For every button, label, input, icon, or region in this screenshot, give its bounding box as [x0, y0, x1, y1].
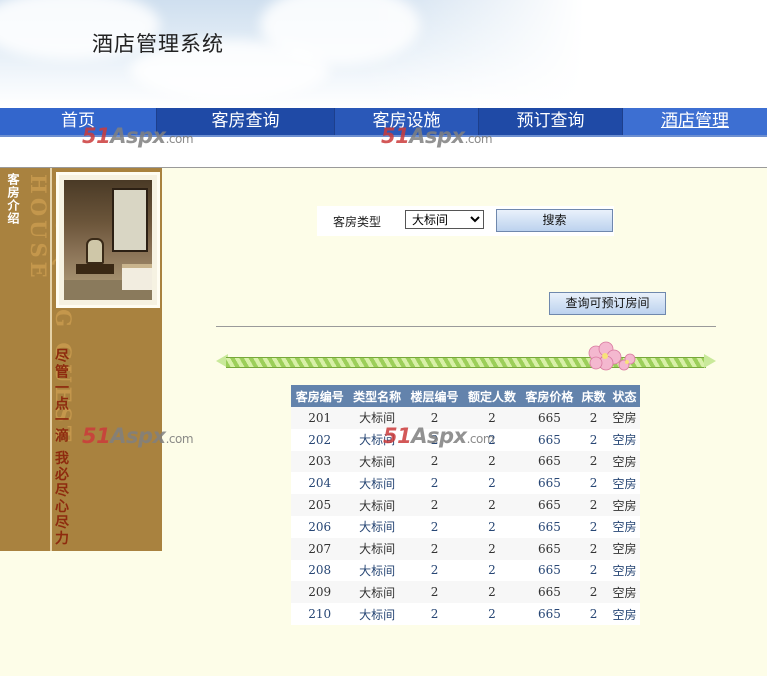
- room-photo: [56, 172, 160, 308]
- sidebar-motto: 尽管一点一滴 我必尽心尽力: [53, 348, 69, 547]
- watermark-logo: 51Aspx.com: [383, 424, 495, 448]
- col-beds: 床数: [578, 385, 610, 407]
- table-row[interactable]: 203 大标间 2 2 665 2 空房: [291, 450, 640, 473]
- nav-hotel-admin[interactable]: 酒店管理: [623, 108, 767, 135]
- watermark-logo: 51Aspx.com: [82, 124, 194, 148]
- table-row[interactable]: 204 大标间 2 2 665 2 空房: [291, 472, 640, 495]
- rope-decoration: [216, 354, 716, 368]
- table-row[interactable]: 208 大标间 2 2 665 2 空房: [291, 559, 640, 582]
- watermark-logo: 51Aspx.com: [381, 124, 493, 148]
- table-row[interactable]: 210 大标间 2 2 665 2 空房: [291, 603, 640, 625]
- flower-icon: [588, 341, 636, 371]
- col-capacity: 额定人数: [463, 385, 521, 407]
- col-type-name: 类型名称: [348, 385, 406, 407]
- sidebar-heading: 客房介绍: [6, 173, 20, 225]
- col-room-no: 客房编号: [291, 385, 349, 407]
- table-row[interactable]: 209 大标间 2 2 665 2 空房: [291, 581, 640, 604]
- col-floor-no: 楼层编号: [405, 385, 464, 407]
- col-price: 客房价格: [520, 385, 579, 407]
- app-title: 酒店管理系统: [92, 32, 224, 56]
- nav-booking-search[interactable]: 预订查询: [479, 108, 623, 135]
- room-table: 客房编号 类型名称 楼层编号 额定人数 客房价格 床数 状态 201 大标间 2 2 6…: [291, 385, 640, 625]
- room-type-label: 客房类型: [333, 215, 382, 229]
- col-status: 状态: [609, 385, 640, 407]
- divider: [216, 326, 716, 327]
- watermark-logo: 51Aspx.com: [82, 424, 194, 448]
- table-header-row: 客房编号 类型名称 楼层编号 额定人数 客房价格 床数 状态: [291, 385, 640, 407]
- sidebar: 客房介绍 GAO QING GUEST HOUSE 尽管一点一滴 我必尽心尽力: [0, 168, 162, 551]
- room-type-select[interactable]: 大标间: [405, 210, 484, 229]
- table-row[interactable]: 207 大标间 2 2 665 2 空房: [291, 537, 640, 560]
- search-button[interactable]: 搜索: [496, 209, 613, 232]
- table-row[interactable]: 205 大标间 2 2 665 2 空房: [291, 494, 640, 516]
- header-banner: 酒店管理系统: [0, 0, 767, 108]
- query-available-rooms-button[interactable]: 查询可预订房间: [549, 292, 666, 315]
- search-panel: 客房类型 大标间 搜索: [317, 206, 614, 236]
- table-row[interactable]: 206 大标间 2 2 665 2 空房: [291, 515, 640, 538]
